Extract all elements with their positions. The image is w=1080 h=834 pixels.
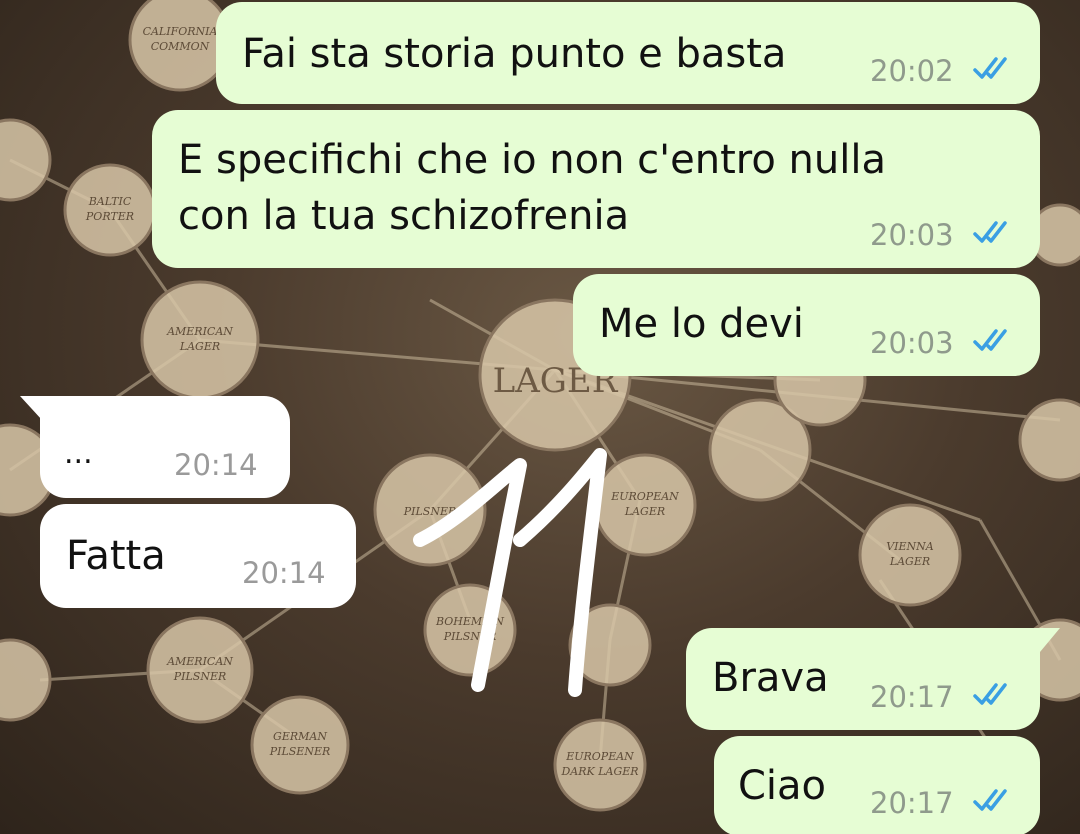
message-text: Ciao <box>738 763 827 809</box>
message-bubble-outgoing[interactable]: Ciao 20:17 <box>714 736 1040 834</box>
svg-text:LAGER: LAGER <box>624 505 665 518</box>
svg-text:GERMAN: GERMAN <box>273 730 327 743</box>
message-timestamp: 20:17 <box>870 786 954 820</box>
svg-text:PORTER: PORTER <box>85 210 134 223</box>
svg-text:LAGER: LAGER <box>179 340 220 353</box>
message-text: ... <box>64 436 93 471</box>
svg-text:EUROPEAN: EUROPEAN <box>565 750 634 763</box>
message-timestamp: 20:03 <box>870 218 954 252</box>
message-timestamp: 20:17 <box>870 680 954 714</box>
double-check-read-icon <box>973 57 1007 79</box>
double-check-read-icon <box>973 789 1007 811</box>
svg-text:AMERICAN: AMERICAN <box>166 655 233 668</box>
bubble-tail <box>1040 628 1060 652</box>
message-bubble-outgoing[interactable]: Fai sta storia punto e basta 20:02 <box>216 2 1040 104</box>
message-timestamp: 20:14 <box>174 448 258 482</box>
message-timestamp: 20:03 <box>870 326 954 360</box>
svg-text:EUROPEAN: EUROPEAN <box>610 490 679 503</box>
double-check-read-icon <box>973 683 1007 705</box>
svg-text:PILSENER: PILSENER <box>269 745 331 758</box>
double-check-read-icon <box>973 221 1007 243</box>
svg-text:AMERICAN: AMERICAN <box>166 325 233 338</box>
svg-text:PILSNER: PILSNER <box>173 670 227 683</box>
message-bubble-incoming[interactable]: ... 20:14 <box>40 396 290 498</box>
double-check-read-icon <box>973 329 1007 351</box>
message-text: Fatta <box>66 533 166 579</box>
svg-text:BALTIC: BALTIC <box>88 195 132 208</box>
message-text: Fai sta storia punto e basta <box>242 31 787 77</box>
message-bubble-outgoing[interactable]: Brava 20:17 <box>686 628 1040 730</box>
svg-text:COMMON: COMMON <box>151 40 210 53</box>
message-text: Brava <box>712 655 829 701</box>
svg-text:VIENNA: VIENNA <box>886 540 934 553</box>
svg-text:LAGER: LAGER <box>889 555 930 568</box>
bubble-tail <box>20 396 42 420</box>
message-bubble-outgoing[interactable]: Me lo devi 20:03 <box>573 274 1040 376</box>
message-timestamp: 20:14 <box>242 556 326 590</box>
message-text: E specifichi che io non c'entro nulla co… <box>178 137 886 239</box>
message-text: Me lo devi <box>599 301 804 347</box>
svg-text:DARK LAGER: DARK LAGER <box>560 765 638 778</box>
svg-text:CALIFORNIA: CALIFORNIA <box>143 25 218 38</box>
message-bubble-incoming[interactable]: Fatta 20:14 <box>40 504 356 608</box>
message-timestamp: 20:02 <box>870 54 954 88</box>
message-bubble-outgoing[interactable]: E specifichi che io non c'entro nulla co… <box>152 110 1040 268</box>
